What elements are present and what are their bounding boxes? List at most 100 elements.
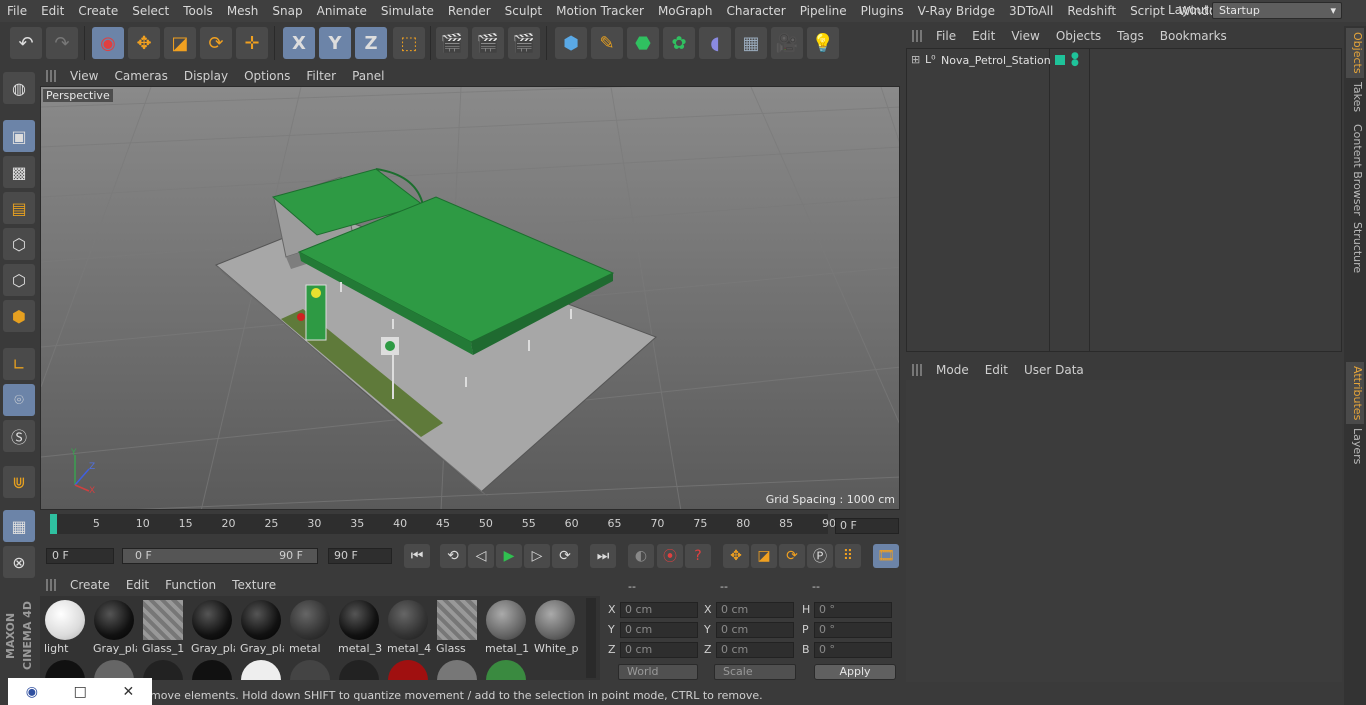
viewport-menu-item-0[interactable]: View bbox=[62, 69, 106, 83]
coord-size-field-0[interactable]: 0 cm bbox=[716, 602, 794, 618]
material-preview-partial[interactable] bbox=[388, 660, 428, 680]
tab-objects[interactable]: Objects bbox=[1346, 28, 1364, 78]
close-icon[interactable]: ✕ bbox=[122, 684, 134, 700]
material-preview-partial[interactable] bbox=[192, 660, 232, 680]
material-swatch[interactable]: metal bbox=[287, 598, 333, 656]
key-param-button[interactable]: Ⓟ bbox=[807, 544, 833, 568]
key-rotation-button[interactable]: ⟳ bbox=[779, 544, 805, 568]
snap-button[interactable]: ⋓ bbox=[3, 466, 35, 498]
viewport-menu-item-2[interactable]: Display bbox=[176, 69, 236, 83]
attributes-menu-item-2[interactable]: User Data bbox=[1016, 363, 1092, 377]
material-menu-item-1[interactable]: Edit bbox=[118, 578, 157, 592]
material-swatch[interactable]: metal_3 bbox=[336, 598, 382, 656]
expand-icon[interactable]: ⊞ bbox=[911, 53, 920, 66]
start-frame-field[interactable]: 0 F bbox=[46, 548, 114, 564]
undo-button[interactable]: ↶ bbox=[10, 27, 42, 59]
viewport-menu-item-1[interactable]: Cameras bbox=[106, 69, 175, 83]
material-preview-partial[interactable] bbox=[241, 660, 281, 680]
apply-button[interactable]: Apply bbox=[814, 664, 896, 680]
prev-key-button[interactable]: ⟲ bbox=[440, 544, 466, 568]
object-name[interactable]: Nova_Petrol_Station bbox=[941, 54, 1051, 67]
material-preview-partial[interactable] bbox=[486, 660, 526, 680]
object-row[interactable]: ⊞ L⁰ Nova_Petrol_Station ● ● bbox=[907, 51, 1343, 71]
playhead[interactable] bbox=[50, 514, 57, 534]
material-scrollbar[interactable] bbox=[586, 598, 596, 678]
points-mode-button[interactable]: ⬡ bbox=[3, 228, 35, 260]
visibility-dots-icon[interactable]: ● ● bbox=[1071, 52, 1079, 68]
menu-item-3[interactable]: Select bbox=[125, 0, 176, 22]
current-frame-field[interactable]: 0 F bbox=[835, 518, 899, 534]
next-frame-button[interactable]: ▷ bbox=[524, 544, 550, 568]
goto-end-button[interactable]: ⏭ bbox=[590, 544, 616, 568]
tab-content-browser[interactable]: Content Browser bbox=[1346, 120, 1364, 220]
autokey-button[interactable]: ? bbox=[685, 544, 711, 568]
menu-item-11[interactable]: Motion Tracker bbox=[549, 0, 651, 22]
menu-item-16[interactable]: V-Ray Bridge bbox=[911, 0, 1002, 22]
x-axis-button[interactable]: X bbox=[283, 27, 315, 59]
coord-position-field-1[interactable]: 0 cm bbox=[620, 622, 698, 638]
menu-item-1[interactable]: Edit bbox=[34, 0, 71, 22]
y-axis-button[interactable]: Y bbox=[319, 27, 351, 59]
key-position-button[interactable]: ✥ bbox=[723, 544, 749, 568]
edges-mode-button[interactable]: ⬡ bbox=[3, 264, 35, 296]
workplane-mode-button[interactable]: ▤ bbox=[3, 192, 35, 224]
menu-item-0[interactable]: File bbox=[0, 0, 34, 22]
material-swatch[interactable]: Gray_pla bbox=[91, 598, 137, 656]
motion-record-button[interactable]: ◐ bbox=[628, 544, 654, 568]
coord-rotation-field-2[interactable]: 0 ° bbox=[814, 642, 892, 658]
material-swatch[interactable]: White_p bbox=[532, 598, 578, 656]
material-swatch[interactable]: Glass bbox=[434, 598, 480, 656]
key-pla-button[interactable]: ⠿ bbox=[835, 544, 861, 568]
texture-mode-button[interactable]: ▩ bbox=[3, 156, 35, 188]
material-preview-partial[interactable] bbox=[45, 660, 85, 680]
material-preview-partial[interactable] bbox=[143, 660, 183, 680]
coordinate-system-button[interactable]: ⬚ bbox=[393, 27, 425, 59]
viewport-menu-item-5[interactable]: Panel bbox=[344, 69, 392, 83]
menu-item-15[interactable]: Plugins bbox=[854, 0, 911, 22]
menu-item-4[interactable]: Tools bbox=[176, 0, 220, 22]
coord-position-field-0[interactable]: 0 cm bbox=[620, 602, 698, 618]
coord-size-field-2[interactable]: 0 cm bbox=[716, 642, 794, 658]
material-grip-icon[interactable] bbox=[46, 579, 58, 591]
material-preview-partial[interactable] bbox=[437, 660, 477, 680]
object-manager-menu-item-4[interactable]: Tags bbox=[1109, 29, 1152, 43]
object-manager-grip-icon[interactable] bbox=[912, 30, 924, 42]
material-preview-partial[interactable] bbox=[94, 660, 134, 680]
menu-item-18[interactable]: Redshift bbox=[1060, 0, 1123, 22]
scale-tool-button[interactable]: ◪ bbox=[164, 27, 196, 59]
viewport-perspective[interactable]: Y Z X Perspective Grid Spacing : 1000 cm bbox=[40, 86, 900, 510]
object-manager-menu-item-1[interactable]: Edit bbox=[964, 29, 1003, 43]
redo-button[interactable]: ↷ bbox=[46, 27, 78, 59]
record-keys-button[interactable]: ⦿ bbox=[657, 544, 683, 568]
prev-frame-button[interactable]: ◁ bbox=[468, 544, 494, 568]
tweak-mode-button[interactable]: ⌾ bbox=[3, 384, 35, 416]
coord-rotation-field-1[interactable]: 0 ° bbox=[814, 622, 892, 638]
deformer-button[interactable]: ◖ bbox=[699, 27, 731, 59]
attributes-menu-item-1[interactable]: Edit bbox=[977, 363, 1016, 377]
menu-item-14[interactable]: Pipeline bbox=[793, 0, 854, 22]
axis-mode-button[interactable]: ∟ bbox=[3, 348, 35, 380]
render-picture-viewer-button[interactable]: 🎬 bbox=[472, 27, 504, 59]
menu-item-7[interactable]: Animate bbox=[310, 0, 374, 22]
frame-range-slider[interactable]: 0 F 90 F bbox=[122, 548, 318, 564]
menu-item-17[interactable]: 3DToAll bbox=[1002, 0, 1060, 22]
layer-tag-icon[interactable] bbox=[1055, 55, 1065, 65]
camera-button[interactable]: 🎥 bbox=[771, 27, 803, 59]
coord-mode-select[interactable]: Scale bbox=[714, 664, 796, 680]
coord-position-field-2[interactable]: 0 cm bbox=[620, 642, 698, 658]
tab-structure[interactable]: Structure bbox=[1346, 218, 1364, 277]
light-button[interactable]: 💡 bbox=[807, 27, 839, 59]
material-preview-partial[interactable] bbox=[339, 660, 379, 680]
restore-icon[interactable]: □ bbox=[74, 684, 87, 700]
material-swatch[interactable]: Gray_pla bbox=[189, 598, 235, 656]
material-swatch[interactable]: metal_4 bbox=[385, 598, 431, 656]
z-axis-button[interactable]: Z bbox=[355, 27, 387, 59]
tab-takes[interactable]: Takes bbox=[1346, 78, 1364, 116]
polygons-mode-button[interactable]: ⬢ bbox=[3, 300, 35, 332]
material-menu-item-2[interactable]: Function bbox=[157, 578, 224, 592]
render-view-button[interactable]: 🎬 bbox=[436, 27, 468, 59]
coord-space-select[interactable]: World bbox=[618, 664, 698, 680]
material-preview-partial[interactable] bbox=[290, 660, 330, 680]
viewport-menu-item-3[interactable]: Options bbox=[236, 69, 298, 83]
floor-button[interactable]: ▦ bbox=[735, 27, 767, 59]
